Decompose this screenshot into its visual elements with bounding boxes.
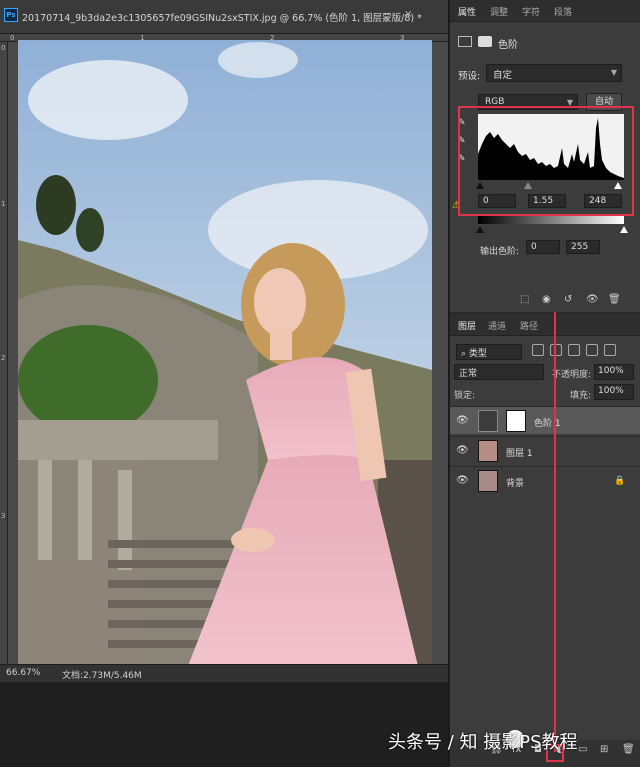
- tab-adjustments[interactable]: 调整: [490, 5, 508, 18]
- tab-character[interactable]: 字符: [522, 5, 540, 18]
- photo-image: [18, 40, 432, 666]
- workspace-background: [0, 682, 448, 767]
- tab-properties[interactable]: 属性: [458, 5, 476, 18]
- document-size[interactable]: 文档:2.73M/5.46M: [62, 668, 142, 681]
- pixel-filter-icon[interactable]: [532, 344, 544, 356]
- eye-icon[interactable]: 👁: [456, 475, 469, 486]
- layer-kind-value: 类型: [468, 349, 487, 359]
- mask-icon[interactable]: [478, 36, 492, 47]
- output-levels-label: 输出色阶:: [480, 247, 520, 257]
- group-icon[interactable]: ▭: [578, 744, 587, 755]
- layer-name[interactable]: 色阶 1: [534, 416, 561, 429]
- tab-channels[interactable]: 通道: [488, 319, 506, 332]
- levels-icon[interactable]: [458, 36, 472, 47]
- tab-layers[interactable]: 图层: [458, 319, 476, 332]
- layer-name[interactable]: 图层 1: [506, 446, 533, 459]
- layer-mask-thumbnail[interactable]: [506, 410, 526, 432]
- output-black-slider[interactable]: [476, 226, 484, 233]
- preset-select[interactable]: 自定 ▼: [486, 64, 622, 82]
- layer-row-levels[interactable]: 👁 色阶 1: [450, 406, 640, 434]
- preset-value: 自定: [493, 70, 513, 81]
- shape-filter-icon[interactable]: [586, 344, 598, 356]
- watermark-text: 头条号 / 知 摄影PS教程: [388, 732, 578, 753]
- fill-label: 填充:: [570, 391, 592, 401]
- lock-icon: 🔒: [614, 476, 626, 486]
- output-gradient: [478, 216, 624, 224]
- opacity-label: 不透明度:: [552, 370, 592, 380]
- clip-to-layer-icon[interactable]: ⬚: [520, 294, 529, 305]
- layer-name[interactable]: 背景: [506, 476, 524, 489]
- layer-kind-filter[interactable]: ⌕ 类型: [456, 344, 522, 360]
- ruler-vertical: 0 1 2 3: [0, 42, 8, 664]
- output-white-slider[interactable]: [620, 226, 628, 233]
- output-black-field[interactable]: 0: [526, 240, 560, 254]
- fill-field[interactable]: 100%: [594, 384, 634, 400]
- delete-layer-icon[interactable]: 🗑: [622, 744, 635, 755]
- delete-icon[interactable]: 🗑: [608, 294, 621, 305]
- preset-label: 预设:: [458, 71, 481, 82]
- panel-title: 色阶: [498, 40, 518, 51]
- properties-footer: ⬚ ◉ ↺ 👁 🗑: [450, 290, 640, 312]
- eye-icon[interactable]: 👁: [456, 445, 469, 456]
- document-photo[interactable]: [18, 40, 432, 666]
- tab-paths[interactable]: 路径: [520, 319, 538, 332]
- close-icon[interactable]: ×: [404, 9, 412, 20]
- smart-object-filter-icon[interactable]: [604, 344, 616, 356]
- visibility-icon[interactable]: 👁: [586, 294, 599, 305]
- eye-icon[interactable]: 👁: [456, 415, 469, 426]
- annotation-highlight-box: [458, 106, 634, 216]
- layer-thumbnail: [478, 470, 498, 492]
- ruler-tick-label: 0: [1, 44, 6, 52]
- ruler-tick-label: 2: [1, 354, 6, 362]
- ruler-tick-label: 0: [10, 34, 15, 42]
- layers-panel: 图层 通道 路径 ⌕ 类型 正常 不透明度: 100% 锁定: 填充: 100%…: [450, 314, 640, 767]
- levels-layer-thumbnail: [478, 410, 498, 432]
- ruler-tick-label: 3: [1, 512, 6, 520]
- document-tab[interactable]: Ps 20170714_9b3da2e3c1305657fe09GSINu2sx…: [0, 0, 448, 34]
- blend-mode-select[interactable]: 正常: [454, 364, 544, 380]
- photoshop-logo-icon: Ps: [4, 8, 18, 22]
- ruler-tick-label: 1: [1, 200, 6, 208]
- reset-icon[interactable]: ↺: [564, 294, 572, 305]
- document-title: 20170714_9b3da2e3c1305657fe09GSINu2sxSTI…: [22, 13, 422, 24]
- layer-thumbnail: [478, 440, 498, 462]
- chevron-down-icon: ▼: [610, 68, 617, 77]
- status-bar: 66.67% 文档:2.73M/5.46M: [0, 664, 448, 682]
- layer-row-layer1[interactable]: 👁 图层 1: [450, 436, 640, 464]
- opacity-field[interactable]: 100%: [594, 364, 634, 380]
- zoom-level[interactable]: 66.67%: [6, 668, 40, 678]
- view-previous-icon[interactable]: ◉: [542, 294, 551, 305]
- search-icon: ⌕: [461, 349, 469, 359]
- new-layer-icon[interactable]: ⊞: [600, 744, 608, 755]
- properties-tabbar: 属性 调整 字符 段落: [450, 0, 640, 22]
- annotation-arrow-line: [554, 312, 556, 752]
- adjustment-filter-icon[interactable]: [550, 344, 562, 356]
- layers-tabbar: 图层 通道 路径: [450, 314, 640, 336]
- lock-label: 锁定:: [454, 391, 476, 401]
- output-white-field[interactable]: 255: [566, 240, 600, 254]
- tab-paragraph[interactable]: 段落: [554, 5, 572, 18]
- layer-row-background[interactable]: 👁 背景 🔒: [450, 466, 640, 494]
- type-filter-icon[interactable]: [568, 344, 580, 356]
- blend-mode-value: 正常: [459, 369, 478, 379]
